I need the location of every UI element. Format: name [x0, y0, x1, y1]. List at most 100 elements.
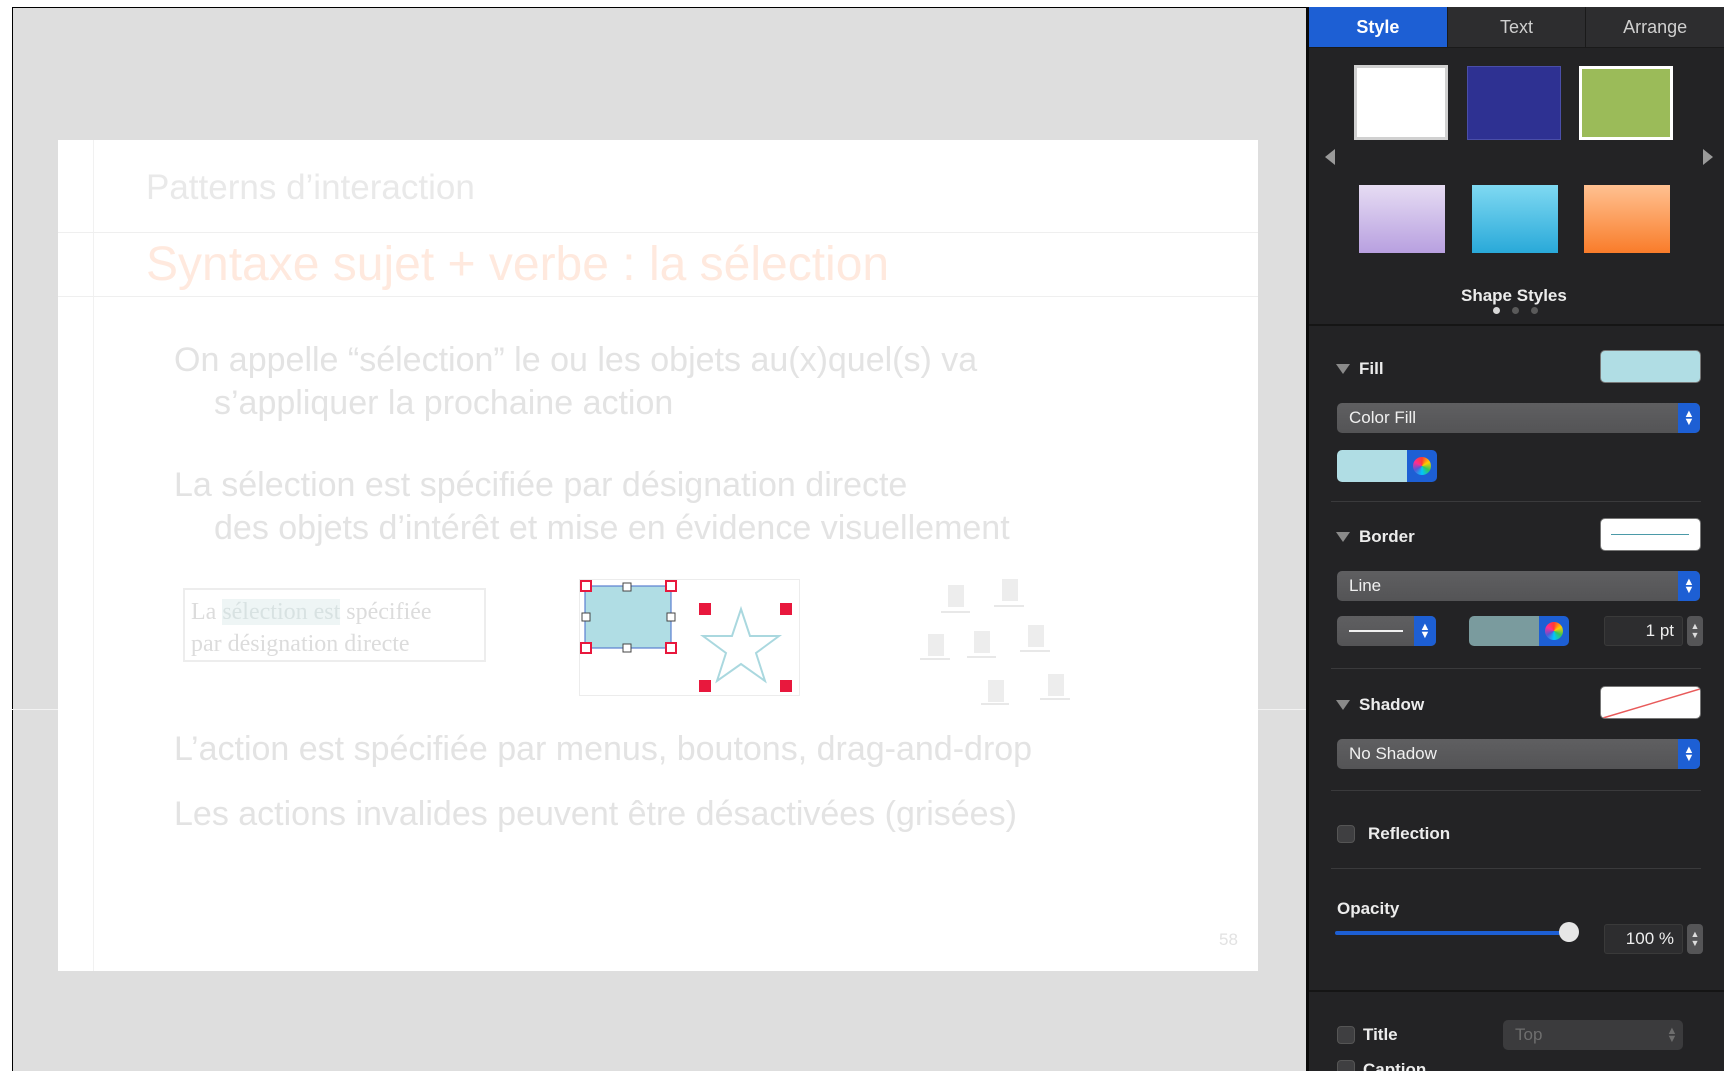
- demo-text-after: spécifiée: [340, 599, 432, 625]
- opacity-slider[interactable]: [1335, 931, 1565, 935]
- demo-text-line2: par désignation directe: [191, 631, 410, 657]
- shadow-type-value: No Shadow: [1349, 744, 1437, 763]
- slide-rule-top: [58, 232, 1258, 233]
- section-divider: [1309, 990, 1724, 992]
- border-label[interactable]: Border: [1359, 527, 1415, 547]
- fill-type-value: Color Fill: [1349, 408, 1417, 427]
- slide[interactable]: Patterns d’interaction Syntaxe sujet + v…: [58, 140, 1258, 971]
- handle-tl: [580, 580, 592, 592]
- format-inspector: Style Text Arrange Shape Styles Fill Col…: [1306, 7, 1724, 1071]
- section-divider: [1309, 324, 1724, 326]
- star-handle-bl: [699, 680, 711, 692]
- slide-title[interactable]: Syntaxe sujet + verbe : la sélection: [146, 237, 889, 292]
- bullet-1-line2: s’appliquer la prochaine action: [214, 384, 674, 422]
- title-label[interactable]: Title: [1363, 1025, 1398, 1045]
- title-position-value: Top: [1515, 1025, 1543, 1044]
- tab-arrange[interactable]: Arrange: [1586, 7, 1724, 47]
- bullet-2-line2: des objets d’intérêt et mise en évidence…: [214, 509, 1010, 547]
- bullet-4[interactable]: Les actions invalides peuvent être désac…: [174, 793, 1017, 836]
- style-page-dots[interactable]: [1493, 307, 1538, 314]
- line-style-icon: [1349, 630, 1403, 632]
- shadow-label[interactable]: Shadow: [1359, 695, 1424, 715]
- selected-rectangle: [584, 585, 672, 649]
- fill-disclosure-icon[interactable]: [1336, 364, 1350, 374]
- slide-vertical-rule: [93, 140, 94, 971]
- star-handle-br: [780, 680, 792, 692]
- demo-shapes-selection: [579, 579, 800, 696]
- slide-subtitle[interactable]: Patterns d’interaction: [146, 168, 475, 208]
- reflection-label[interactable]: Reflection: [1368, 824, 1450, 844]
- bullet-1[interactable]: On appelle “sélection” le ou les objets …: [174, 339, 977, 425]
- handle-bl: [580, 642, 592, 654]
- next-styles-arrow-icon[interactable]: [1703, 149, 1713, 165]
- shape-styles-label: Shape Styles: [1461, 286, 1567, 305]
- fill-color-well[interactable]: [1337, 450, 1407, 482]
- border-width-stepper[interactable]: ▲ ▼: [1687, 616, 1703, 646]
- style-swatch-sky[interactable]: [1472, 185, 1558, 253]
- style-swatch-white[interactable]: [1354, 65, 1448, 140]
- border-color-well[interactable]: [1469, 616, 1539, 646]
- border-type-select[interactable]: Line ▲ ▼: [1337, 571, 1700, 601]
- chevron-updown-icon: ▲ ▼: [1414, 616, 1436, 646]
- shadow-disclosure-icon[interactable]: [1336, 700, 1350, 710]
- tab-style[interactable]: Style: [1309, 7, 1448, 47]
- slide-rule-bottom: [58, 296, 1258, 297]
- opacity-slider-thumb[interactable]: [1559, 922, 1579, 942]
- opacity-stepper[interactable]: ▲ ▼: [1687, 924, 1703, 954]
- inspector-tabs: Style Text Arrange: [1309, 7, 1724, 48]
- caption-label[interactable]: Caption: [1363, 1060, 1426, 1071]
- section-divider: [1331, 501, 1701, 502]
- fill-color-wheel-icon[interactable]: [1407, 450, 1437, 482]
- chevron-updown-icon: ▲ ▼: [1678, 403, 1700, 433]
- shadow-type-select[interactable]: No Shadow ▲ ▼: [1337, 739, 1700, 769]
- chevron-updown-icon: ▲ ▼: [1678, 739, 1700, 769]
- canvas-edge-marker: [12, 575, 13, 710]
- handle-mr: [666, 612, 676, 622]
- handle-tm: [622, 582, 632, 592]
- fill-color-preview[interactable]: [1600, 350, 1701, 383]
- section-divider: [1331, 868, 1701, 869]
- opacity-field[interactable]: 100 %: [1604, 924, 1683, 954]
- previous-styles-arrow-icon[interactable]: [1325, 149, 1335, 165]
- handle-tr: [665, 580, 677, 592]
- border-type-value: Line: [1349, 576, 1382, 595]
- border-preview[interactable]: [1600, 518, 1701, 551]
- style-swatch-lavender[interactable]: [1359, 185, 1445, 253]
- bullet-2[interactable]: La sélection est spécifiée par désignati…: [174, 464, 1010, 550]
- style-swatch-orange[interactable]: [1584, 185, 1670, 253]
- style-swatch-green[interactable]: [1579, 66, 1673, 140]
- border-width-field[interactable]: 1 pt: [1604, 616, 1683, 646]
- shadow-preview[interactable]: [1600, 686, 1701, 719]
- fill-type-select[interactable]: Color Fill ▲ ▼: [1337, 403, 1700, 433]
- border-color-wheel-icon[interactable]: [1539, 616, 1569, 646]
- bullet-3[interactable]: L’action est spécifiée par menus, bouton…: [174, 728, 1032, 771]
- chevron-updown-icon: ▲ ▼: [1678, 571, 1700, 601]
- demo-text-highlight: sélection est: [222, 599, 341, 625]
- border-line-style-select[interactable]: ▲ ▼: [1337, 616, 1436, 646]
- demo-text-before: La: [191, 599, 223, 625]
- slide-page-number: 58: [1219, 930, 1238, 949]
- reflection-checkbox[interactable]: [1337, 825, 1355, 843]
- bullet-2-line1: La sélection est spécifiée par désignati…: [174, 466, 908, 504]
- star-handle-tl: [699, 603, 711, 615]
- selected-shapes-illustration: [580, 580, 792, 692]
- caption-checkbox[interactable]: [1337, 1060, 1355, 1071]
- fill-label[interactable]: Fill: [1359, 359, 1384, 379]
- demo-tree-illustration: [908, 555, 1088, 705]
- bullet-3-line1: L’action est spécifiée par menus, bouton…: [174, 730, 1033, 768]
- opacity-label: Opacity: [1337, 899, 1400, 918]
- title-checkbox[interactable]: [1337, 1026, 1355, 1044]
- star-handle-tr: [780, 603, 792, 615]
- handle-br: [665, 642, 677, 654]
- style-swatch-navy[interactable]: [1467, 66, 1561, 140]
- tab-text[interactable]: Text: [1448, 7, 1587, 47]
- section-divider: [1331, 668, 1701, 669]
- star-shape: [699, 605, 783, 684]
- bullet-1-line1: On appelle “sélection” le ou les objets …: [174, 341, 978, 379]
- border-disclosure-icon[interactable]: [1336, 532, 1350, 542]
- section-divider: [1331, 790, 1701, 791]
- tree-icons: [920, 579, 1070, 705]
- handle-bm: [622, 643, 632, 653]
- tree-node: [1002, 579, 1018, 601]
- title-position-select: Top ▲ ▼: [1503, 1020, 1683, 1050]
